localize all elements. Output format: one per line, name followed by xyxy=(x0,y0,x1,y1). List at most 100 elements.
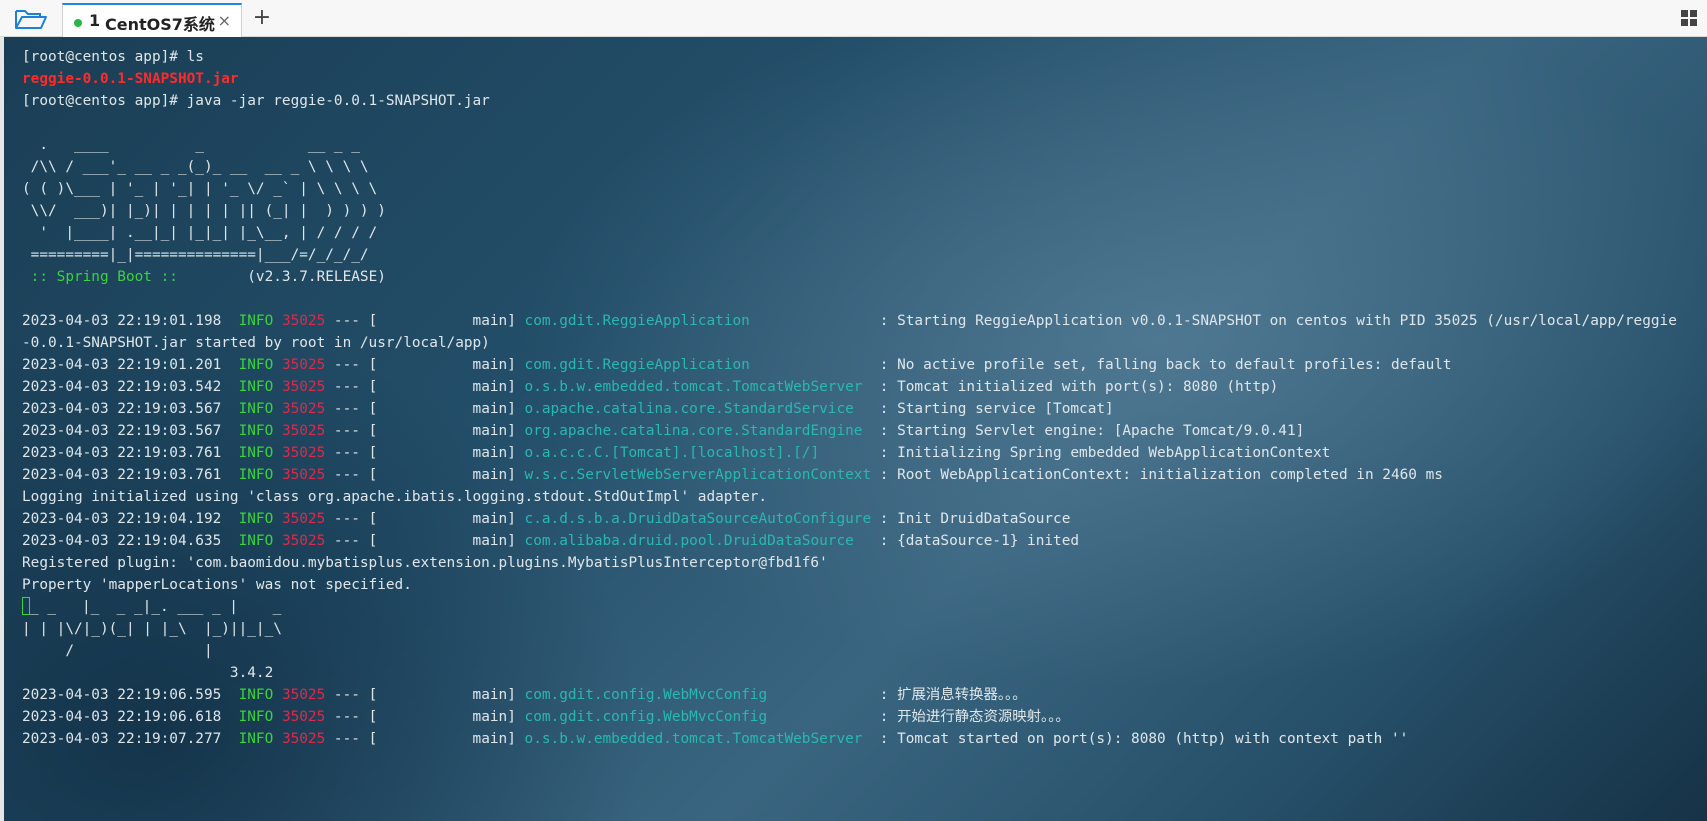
terminal-line: 2023-04-03 22:19:07.277 INFO 35025 --- [… xyxy=(22,728,1677,750)
tab-centos7[interactable]: 1 CentOS7系统 × xyxy=(62,3,242,37)
terminal-text: / | xyxy=(22,643,213,659)
log-level: INFO xyxy=(238,709,274,725)
terminal-text: 2023-04-03 22:19:01.201 xyxy=(22,357,239,373)
layout-grid-icon[interactable] xyxy=(1681,10,1699,28)
process-id: 35025 xyxy=(281,401,326,417)
logger-name: o.apache.catalina.core.StandardService xyxy=(524,401,872,417)
logger-name: c.a.d.s.b.a.DruidDataSourceAutoConfigure xyxy=(524,511,872,527)
terminal-line: 2023-04-03 22:19:03.542 INFO 35025 --- [… xyxy=(22,376,1677,398)
process-id: 35025 xyxy=(281,687,326,703)
log-level: INFO xyxy=(238,687,274,703)
terminal-text: --- [ main] xyxy=(325,511,525,527)
open-folder-icon[interactable] xyxy=(14,8,48,30)
terminal-text: --- [ main] xyxy=(325,467,525,483)
terminal-text: : Root WebApplicationContext: initializa… xyxy=(871,467,1443,483)
terminal-text: --- [ main] xyxy=(325,357,525,373)
terminal-line: 2023-04-03 22:19:03.761 INFO 35025 --- [… xyxy=(22,464,1677,486)
terminal-text: 2023-04-03 22:19:07.277 xyxy=(22,731,239,747)
terminal-text: --- [ main] xyxy=(325,709,525,725)
process-id: 35025 xyxy=(281,379,326,395)
terminal-line: . ____ _ __ _ _ xyxy=(22,134,1677,156)
log-level: INFO xyxy=(238,445,274,461)
logger-name: com.gdit.ReggieApplication xyxy=(524,313,872,329)
terminal-text: 3.4.2 xyxy=(22,665,274,681)
tab-title: CentOS7系统 xyxy=(105,15,215,34)
terminal-text: 2023-04-03 22:19:06.595 xyxy=(22,687,239,703)
terminal-text: --- [ main] xyxy=(325,401,525,417)
log-level: INFO xyxy=(238,379,274,395)
terminal-line: :: Spring Boot :: (v2.3.7.RELEASE) xyxy=(22,266,1677,288)
terminal-text: Logging initialized using 'class org.apa… xyxy=(22,489,768,505)
terminal-text: --- [ main] xyxy=(325,423,525,439)
terminal-line: Property 'mapperLocations' was not speci… xyxy=(22,574,1677,596)
logger-name: com.alibaba.druid.pool.DruidDataSource xyxy=(524,533,872,549)
process-id: 35025 xyxy=(281,313,326,329)
log-level: INFO xyxy=(238,731,274,747)
terminal-text: : Tomcat initialized with port(s): 8080 … xyxy=(871,379,1279,395)
terminal-text: : Starting Servlet engine: [Apache Tomca… xyxy=(871,423,1305,439)
terminal-lines: [root@centos app]# ls reggie-0.0.1-SNAPSH… xyxy=(22,46,1677,750)
process-id: 35025 xyxy=(281,511,326,527)
log-level: INFO xyxy=(238,357,274,373)
terminal-line: /\\ / ___'_ __ _ _(_)_ __ __ _ \ \ \ \ xyxy=(22,156,1677,178)
terminal-line: 2023-04-03 22:19:03.567 INFO 35025 --- [… xyxy=(22,420,1677,442)
tab-bar: 1 CentOS7系统 × + xyxy=(0,0,1707,37)
terminal-text: : Starting service [Tomcat] xyxy=(871,401,1114,417)
logger-name: o.s.b.w.embedded.tomcat.TomcatWebServer xyxy=(524,379,872,395)
logger-name: o.s.b.w.embedded.tomcat.TomcatWebServer xyxy=(524,731,872,747)
process-id: 35025 xyxy=(281,731,326,747)
terminal-text: --- [ main] xyxy=(325,313,525,329)
terminal-line: 2023-04-03 22:19:03.761 INFO 35025 --- [… xyxy=(22,442,1677,464)
terminal-text: 2023-04-03 22:19:04.192 xyxy=(22,511,239,527)
new-tab-button[interactable]: + xyxy=(250,4,274,32)
terminal-text: ( ( )\___ | '_ | '_| | '_ \/ _` | \ \ \ … xyxy=(22,181,378,197)
terminal-text: 2023-04-03 22:19:03.542 xyxy=(22,379,239,395)
log-level: INFO xyxy=(238,533,274,549)
terminal-text: 2023-04-03 22:19:03.567 xyxy=(22,401,239,417)
terminal-line: ( ( )\___ | '_ | '_| | '_ \/ _` | \ \ \ … xyxy=(22,178,1677,200)
terminal-line: 2023-04-03 22:19:01.198 INFO 35025 --- [… xyxy=(22,310,1677,332)
process-id: 35025 xyxy=(281,445,326,461)
terminal-text: 2023-04-03 22:19:03.761 xyxy=(22,445,239,461)
terminal-text: . ____ _ __ _ _ xyxy=(22,137,360,153)
terminal-line: =========|_|==============|___/=/_/_/_/ xyxy=(22,244,1677,266)
terminal-line: Logging initialized using 'class org.apa… xyxy=(22,486,1677,508)
terminal-text: --- [ main] xyxy=(325,731,525,747)
terminal-text: 2023-04-03 22:19:04.635 xyxy=(22,533,239,549)
terminal-text: --- [ main] xyxy=(325,379,525,395)
close-tab-icon[interactable]: × xyxy=(218,11,231,30)
terminal-text: : No active profile set, falling back to… xyxy=(871,357,1452,373)
terminal-output[interactable]: [root@centos app]# ls reggie-0.0.1-SNAPSH… xyxy=(4,37,1707,821)
log-level: INFO xyxy=(238,401,274,417)
terminal-text: ' |____| .__|_| |_|_| |_\__, | / / / / xyxy=(22,225,378,241)
terminal-line: [root@centos app]# ls xyxy=(22,46,1677,68)
logger-name: org.apache.catalina.core.StandardEngine xyxy=(524,423,872,439)
terminal-line: 3.4.2 xyxy=(22,662,1677,684)
terminal-line: 2023-04-03 22:19:03.567 INFO 35025 --- [… xyxy=(22,398,1677,420)
terminal-text: : Init DruidDataSource xyxy=(871,511,1071,527)
logger-name: o.a.c.c.C.[Tomcat].[localhost].[/] xyxy=(524,445,872,461)
process-id: 35025 xyxy=(281,533,326,549)
terminal-text: /\\ / ___'_ __ _ _(_)_ __ __ _ \ \ \ \ xyxy=(22,159,369,175)
process-id: 35025 xyxy=(281,357,326,373)
terminal-line: reggie-0.0.1-SNAPSHOT.jar xyxy=(22,68,1677,90)
terminal-text: =========|_|==============|___/=/_/_/_/ xyxy=(22,247,369,263)
terminal-line: 2023-04-03 22:19:04.192 INFO 35025 --- [… xyxy=(22,508,1677,530)
logger-name: w.s.c.ServletWebServerApplicationContext xyxy=(524,467,872,483)
terminal-line: [root@centos app]# java -jar reggie-0.0.… xyxy=(22,90,1677,112)
terminal-line: \\/ ___)| |_)| | | | | || (_| | ) ) ) ) xyxy=(22,200,1677,222)
logger-name: com.gdit.config.WebMvcConfig xyxy=(524,687,872,703)
terminal-text: : Initializing Spring embedded WebApplic… xyxy=(871,445,1331,461)
logger-name: com.gdit.ReggieApplication xyxy=(524,357,872,373)
connected-status-icon xyxy=(74,19,82,27)
terminal-text: [root@centos app]# ls xyxy=(22,49,204,65)
terminal-line: 2023-04-03 22:19:04.635 INFO 35025 --- [… xyxy=(22,530,1677,552)
terminal-text: --- [ main] xyxy=(325,533,525,549)
